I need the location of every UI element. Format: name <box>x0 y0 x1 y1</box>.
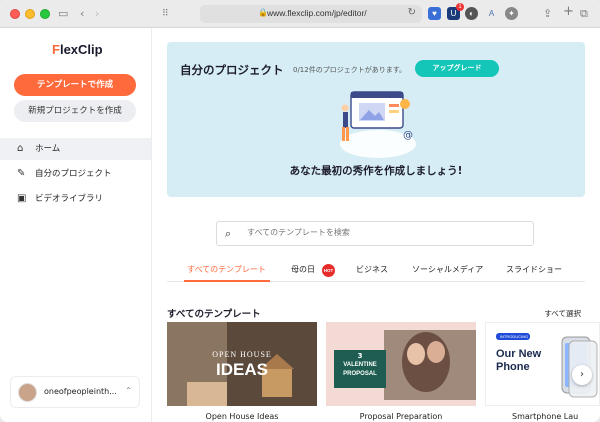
card-tag: INTRODUCING <box>499 334 529 339</box>
search-icon: ⌕ <box>225 227 232 240</box>
extension-badge: 1 <box>456 3 464 11</box>
user-account-menu[interactable]: oneofpeopleinth... ⌃ <box>10 376 140 408</box>
back-icon[interactable]: ‹ <box>80 6 84 22</box>
share-icon[interactable]: ⇪ <box>543 6 552 22</box>
video-library-icon: ▣ <box>17 193 27 204</box>
search-input[interactable] <box>247 228 517 237</box>
template-card-proposal[interactable]: 3 VALENTINE PROPOSAL <box>326 322 476 406</box>
minimize-window-button[interactable] <box>25 9 35 19</box>
bitwarden-extension-icon[interactable]: U1 <box>447 3 464 20</box>
card-number: 3 <box>357 352 363 360</box>
project-count: 0/12件のプロジェクトがあります。 <box>293 66 407 74</box>
template-caption: Smartphone Lau <box>512 412 579 421</box>
tab-overview-icon[interactable]: ⠿ <box>162 6 169 22</box>
card-subheadline: PROPOSAL <box>343 371 377 377</box>
close-window-button[interactable] <box>10 9 20 19</box>
tab-mothers-day[interactable]: 母の日 <box>291 264 315 276</box>
edit-document-icon: ✎ <box>17 168 26 179</box>
tab-slideshow[interactable]: スライドショー <box>506 264 562 276</box>
card-headline: Our New <box>496 348 542 360</box>
tab-social-media[interactable]: ソーシャルメディア <box>412 264 483 276</box>
my-projects-banner: 自分のプロジェクト 0/12件のプロジェクトがあります。 アップグレード @ あ… <box>167 42 585 197</box>
template-card-open-house[interactable]: OPEN HOUSE IDEAS <box>167 322 317 406</box>
reload-icon[interactable]: ↻ <box>408 7 416 18</box>
sidebar: FlexClip テンプレートで作成 新規プロジェクトを作成 ⌂ ホーム ✎ 自… <box>0 28 152 422</box>
main-content: 自分のプロジェクト 0/12件のプロジェクトがあります。 アップグレード @ あ… <box>152 28 600 422</box>
address-bar[interactable]: 🔒 www.flexclip.com/jp/editor/ ↻ <box>200 5 422 23</box>
sidebar-item-video-library[interactable]: ▣ ビデオライブラリ <box>0 188 151 210</box>
forward-icon[interactable]: › <box>95 6 99 22</box>
browser-toolbar: ▭ ‹ › ⠿ 🔒 www.flexclip.com/jp/editor/ ↻ … <box>0 0 600 28</box>
zoom-window-button[interactable] <box>40 9 50 19</box>
banner-title: 自分のプロジェクト <box>180 63 284 77</box>
sidebar-item-label: 自分のプロジェクト <box>35 169 112 179</box>
card-headline-2: Phone <box>496 361 530 373</box>
sidebar-item-label: ホーム <box>35 144 61 154</box>
translate-extension-icon[interactable]: A <box>485 7 498 20</box>
browser-window: ▭ ‹ › ⠿ 🔒 www.flexclip.com/jp/editor/ ↻ … <box>0 0 600 422</box>
template-search[interactable]: ⌕ <box>216 221 534 246</box>
dark-mode-extension-icon[interactable]: ◐ <box>465 7 478 20</box>
card-headline: OPEN HOUSE <box>212 350 272 359</box>
chevron-up-icon: ⌃ <box>125 386 132 395</box>
template-card-smartphone[interactable]: INTRODUCING Our New Phone <box>485 322 600 406</box>
tab-business[interactable]: ビジネス <box>356 264 388 276</box>
hot-badge: HOT <box>322 264 335 277</box>
carousel-next-button[interactable]: › <box>572 365 592 385</box>
create-from-template-button[interactable]: テンプレートで作成 <box>14 74 136 96</box>
shield-extension-icon[interactable]: ♥ <box>428 7 441 20</box>
home-icon: ⌂ <box>17 143 24 154</box>
card-headline-large: IDEAS <box>216 360 268 379</box>
template-caption: Proposal Preparation <box>359 412 443 421</box>
sidebar-item-home[interactable]: ⌂ ホーム <box>0 138 151 160</box>
sidebar-item-my-projects[interactable]: ✎ 自分のプロジェクト <box>0 163 151 185</box>
new-project-button[interactable]: 新規プロジェクトを作成 <box>14 100 136 122</box>
address-text: www.flexclip.com/jp/editor/ <box>267 8 367 18</box>
see-all-link[interactable]: すべて選択 <box>544 308 581 319</box>
sidebar-item-label: ビデオライブラリ <box>35 194 104 204</box>
sidebar-toggle-icon[interactable]: ▭ <box>58 6 68 22</box>
flexclip-logo[interactable]: FlexClip <box>52 42 103 57</box>
templates-section-title: すべてのテンプレート <box>167 309 261 320</box>
tabs-icon[interactable]: ⧉ <box>580 6 588 22</box>
settings-extension-icon[interactable]: ✦ <box>505 7 518 20</box>
avatar <box>18 383 37 402</box>
tab-all-templates[interactable]: すべてのテンプレート <box>187 264 266 276</box>
svg-text:@: @ <box>403 130 413 141</box>
user-name: oneofpeopleinth... <box>44 387 117 396</box>
card-headline: VALENTINE <box>343 362 377 368</box>
empty-projects-illustration: @ <box>340 91 416 158</box>
upgrade-button[interactable]: アップグレード <box>415 60 499 77</box>
new-tab-icon[interactable]: + <box>563 4 574 20</box>
template-category-tabs: すべてのテンプレート 母の日 HOT ビジネス ソーシャルメディア スライドショ… <box>167 260 585 282</box>
active-tab-indicator <box>184 280 270 282</box>
create-first-project-prompt: あなた最初の秀作を作成しましょう! <box>289 165 463 177</box>
template-caption: Open House Ideas <box>205 412 279 421</box>
